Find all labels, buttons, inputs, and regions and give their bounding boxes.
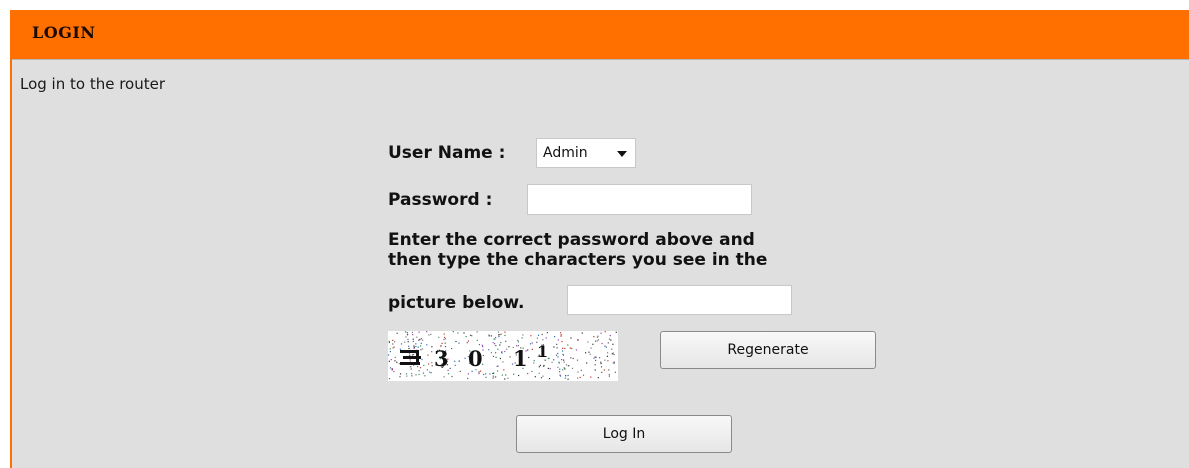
instructions-line-1: Enter the correct password above and: [388, 230, 755, 250]
svg-text:0: 0: [468, 346, 483, 371]
captcha-image: 3 0 1 1: [388, 331, 618, 381]
svg-text:3: 3: [434, 346, 449, 371]
chevron-down-icon: [617, 151, 627, 157]
login-button[interactable]: Log In: [516, 415, 732, 453]
instructions-line-3: picture below.: [388, 293, 525, 313]
username-label: User Name :: [388, 143, 506, 163]
section-header: LOGIN: [12, 10, 1189, 60]
captcha-input[interactable]: [567, 285, 792, 315]
svg-text:1: 1: [537, 342, 548, 361]
username-select[interactable]: Admin: [536, 138, 636, 168]
password-input[interactable]: [527, 184, 752, 215]
regenerate-button[interactable]: Regenerate: [660, 331, 876, 369]
captcha-graphic: 3 0 1 1: [388, 331, 617, 380]
intro-text: Log in to the router: [20, 75, 166, 93]
username-select-value: Admin: [543, 145, 588, 161]
instructions-line-2: then type the characters you see in the: [388, 250, 768, 270]
svg-text:1: 1: [513, 346, 528, 371]
login-panel: LOGIN Log in to the router User Name : A…: [10, 10, 1189, 468]
header-title: LOGIN: [32, 23, 96, 42]
captcha-instructions: Enter the correct password above and the…: [388, 230, 767, 270]
password-label: Password :: [388, 190, 493, 210]
